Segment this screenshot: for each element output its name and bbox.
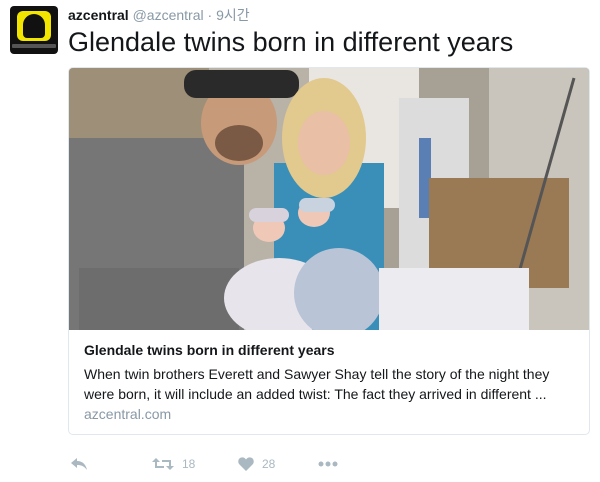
heart-icon bbox=[238, 457, 254, 471]
link-card[interactable]: Glendale twins born in different years W… bbox=[68, 67, 590, 435]
reply-icon bbox=[71, 458, 87, 470]
card-title[interactable]: Glendale twins born in different years bbox=[84, 342, 335, 358]
retweet-button[interactable]: 18 bbox=[152, 454, 195, 474]
more-button[interactable] bbox=[318, 454, 338, 474]
tweet-header: azcentral @azcentral · 9시간 bbox=[68, 6, 250, 24]
card-description: When twin brothers Everett and Sawyer Sh… bbox=[84, 366, 550, 402]
more-icon bbox=[318, 461, 338, 467]
tweet-text: Glendale twins born in different years bbox=[68, 27, 514, 57]
tweet-timestamp[interactable]: 9시간 bbox=[216, 7, 250, 23]
card-image[interactable] bbox=[69, 68, 589, 330]
retweet-icon bbox=[152, 458, 174, 470]
retweet-count: 18 bbox=[182, 457, 196, 471]
account-name[interactable]: azcentral bbox=[68, 7, 129, 23]
account-handle[interactable]: @azcentral bbox=[133, 7, 204, 23]
like-button[interactable]: 28 bbox=[238, 454, 275, 474]
like-count: 28 bbox=[262, 457, 276, 471]
separator-dot: · bbox=[207, 7, 213, 23]
reply-button[interactable] bbox=[70, 454, 88, 474]
account-avatar[interactable] bbox=[10, 6, 58, 54]
card-domain[interactable]: azcentral.com bbox=[84, 406, 171, 422]
avatar-caption-strip bbox=[12, 44, 56, 48]
snapchat-ghost-icon bbox=[23, 14, 45, 38]
